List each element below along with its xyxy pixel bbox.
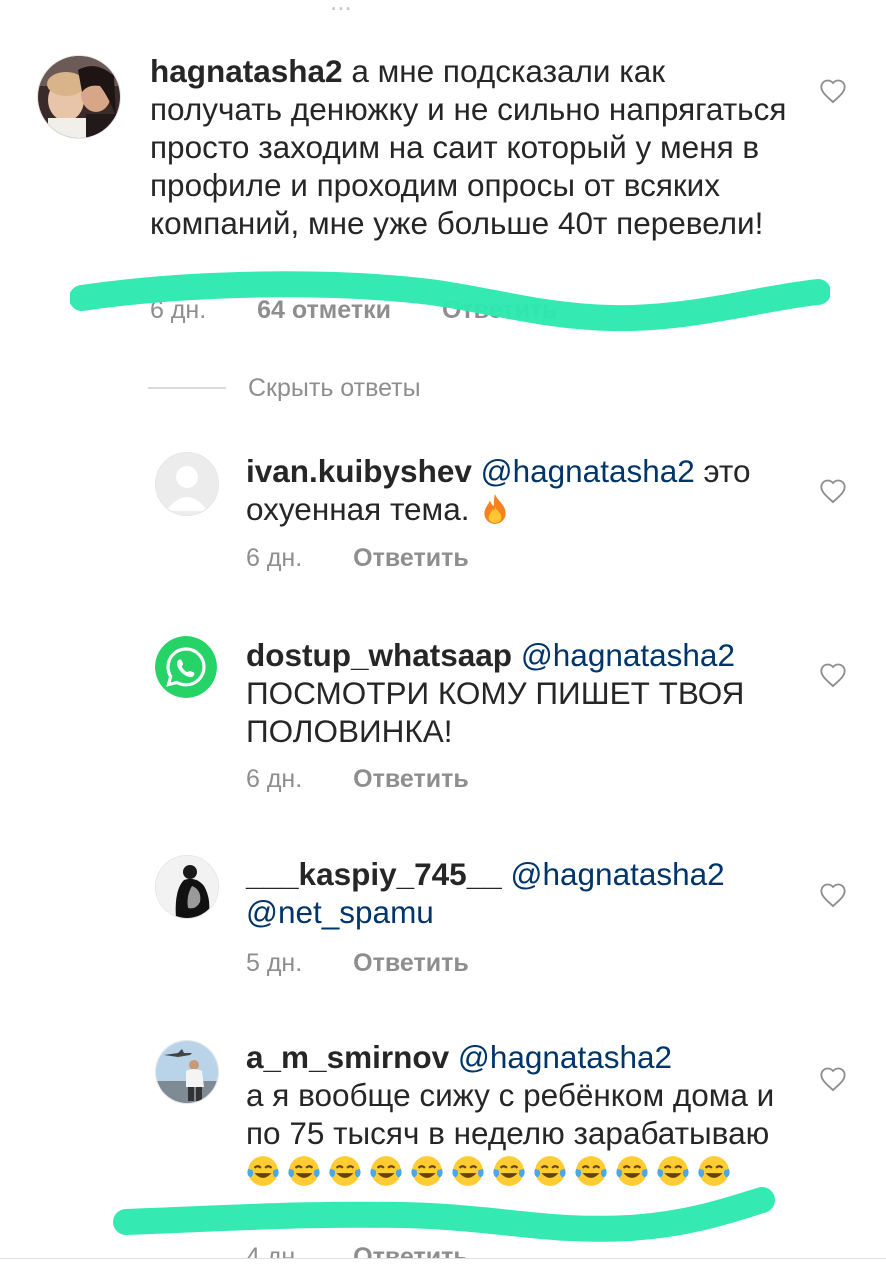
comment-meta: 6 дн. 64 отметки Ответить	[150, 296, 557, 325]
reply-button[interactable]: Ответить	[353, 949, 469, 977]
whatsapp-logo-icon	[155, 636, 217, 698]
hide-replies-label[interactable]: Скрыть ответы	[248, 374, 421, 403]
tears-of-joy-emoji-icon	[616, 1156, 648, 1186]
reply-text: dostup_whatsaap @hagnatasha2 ПОСМОТРИ КО…	[246, 636, 786, 750]
tears-of-joy-emoji-icon	[247, 1156, 279, 1186]
tears-of-joy-emoji-icon	[698, 1156, 730, 1186]
comment-time: 6 дн.	[150, 296, 207, 324]
avatar-photo	[156, 856, 218, 918]
mention-link[interactable]: @hagnatasha2	[511, 856, 725, 892]
reply-button[interactable]: Ответить	[353, 765, 469, 793]
likes-count[interactable]: 64 отметки	[257, 296, 391, 324]
like-heart-icon[interactable]	[819, 662, 847, 688]
like-heart-icon[interactable]	[819, 1066, 847, 1092]
fire-emoji-icon	[484, 494, 506, 524]
mention-link[interactable]: @net_spamu	[246, 894, 434, 930]
tears-of-joy-emoji-icon	[370, 1156, 402, 1186]
avatar[interactable]	[155, 636, 217, 698]
bottom-edge	[0, 1258, 886, 1281]
tears-of-joy-emoji-icon	[288, 1156, 320, 1186]
reply-meta: 6 дн. Ответить	[246, 765, 469, 794]
avatar[interactable]	[155, 855, 219, 919]
default-avatar-icon	[156, 453, 218, 515]
reply-username[interactable]: dostup_whatsaap	[246, 637, 512, 673]
tears-of-joy-emoji-icon	[575, 1156, 607, 1186]
emoji-group	[246, 1153, 738, 1189]
reply-time: 6 дн.	[246, 544, 303, 572]
reply-button[interactable]: Ответить	[353, 544, 469, 572]
reply-body: а я вообще сижу с ребёнком дома и по 75 …	[246, 1077, 775, 1151]
avatar-photo	[156, 1041, 218, 1103]
avatar[interactable]	[37, 55, 121, 139]
tears-of-joy-emoji-icon	[329, 1156, 361, 1186]
highlighter-stroke	[113, 1187, 775, 1242]
reply-meta: 6 дн. Ответить	[246, 544, 469, 573]
reply-text: a_m_smirnov @hagnatasha2 а я вообще сижу…	[246, 1038, 786, 1190]
tears-of-joy-emoji-icon	[411, 1156, 443, 1186]
reply-body: ПОСМОТРИ КОМУ ПИШЕТ ТВОЯ ПОЛОВИНКА!	[246, 675, 745, 749]
avatar[interactable]	[155, 452, 219, 516]
tears-of-joy-emoji-icon	[534, 1156, 566, 1186]
divider	[148, 387, 226, 389]
reply-meta: 5 дн. Ответить	[246, 949, 469, 978]
mention-link[interactable]: @hagnatasha2	[521, 637, 735, 673]
like-heart-icon[interactable]	[819, 882, 847, 908]
avatar[interactable]	[155, 1040, 219, 1104]
mention-link[interactable]: @hagnatasha2	[481, 453, 695, 489]
reply-time: 6 дн.	[246, 765, 303, 793]
reply-username[interactable]: ivan.kuibyshev	[246, 453, 472, 489]
previous-comment-fragment: ...	[330, 0, 352, 16]
comment-username[interactable]: hagnatasha2	[150, 53, 343, 89]
tears-of-joy-emoji-icon	[657, 1156, 689, 1186]
reply-text: ___kaspiy_745__ @hagnatasha2 @net_spamu	[246, 855, 786, 931]
hide-replies-button[interactable]: Скрыть ответы	[148, 370, 421, 406]
tears-of-joy-emoji-icon	[493, 1156, 525, 1186]
reply-username[interactable]: ___kaspiy_745__	[246, 856, 502, 892]
reply-time: 5 дн.	[246, 949, 303, 977]
like-heart-icon[interactable]	[819, 78, 847, 104]
tears-of-joy-emoji-icon	[452, 1156, 484, 1186]
comment-text: hagnatasha2 а мне подсказали как получат…	[150, 52, 790, 242]
like-heart-icon[interactable]	[819, 478, 847, 504]
reply-text: ivan.kuibyshev @hagnatasha2 это охуенная…	[246, 452, 786, 528]
mention-link[interactable]: @hagnatasha2	[458, 1039, 672, 1075]
reply-button[interactable]: Ответить	[442, 296, 558, 324]
reply-username[interactable]: a_m_smirnov	[246, 1039, 449, 1075]
avatar-photo	[38, 56, 120, 138]
